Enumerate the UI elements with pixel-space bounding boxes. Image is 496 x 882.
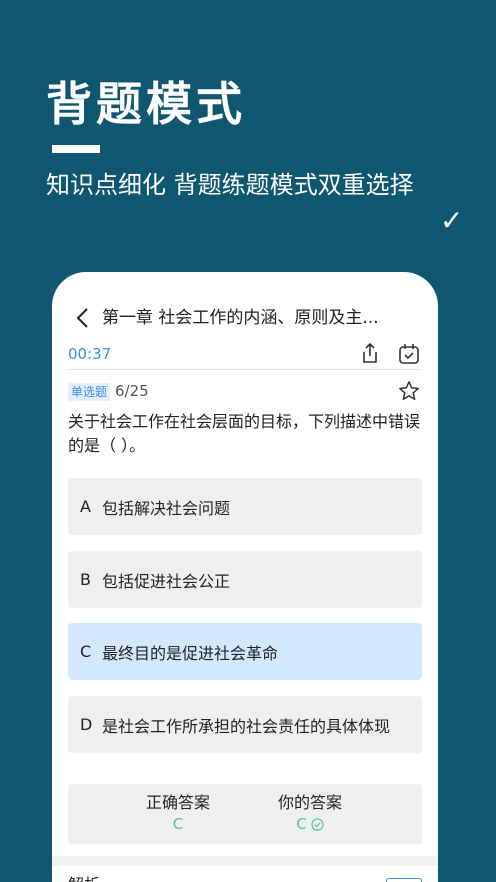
your-answer-value-row: C bbox=[240, 814, 380, 834]
promo-divider-bar bbox=[52, 145, 100, 153]
share-icon[interactable] bbox=[359, 342, 381, 364]
option-d[interactable]: D 是社会工作所承担的社会责任的具体体现 bbox=[68, 696, 422, 753]
your-answer: 你的答案 C bbox=[240, 792, 380, 834]
option-letter: C bbox=[80, 642, 92, 661]
nav-bar: 第一章 社会工作的内涵、原则及主... bbox=[52, 302, 438, 334]
correct-answer-label: 正确答案 bbox=[145, 793, 210, 812]
chapter-title: 第一章 社会工作的内涵、原则及主... bbox=[102, 308, 379, 328]
option-text: 包括解决社会问题 bbox=[102, 498, 231, 518]
option-letter: D bbox=[80, 715, 93, 734]
question-type-badge: 单选题 bbox=[68, 383, 111, 401]
option-letter: A bbox=[80, 497, 91, 516]
timer: 00:37 bbox=[68, 345, 112, 363]
option-b[interactable]: B 包括促进社会公正 bbox=[68, 551, 422, 608]
check-circle-icon bbox=[311, 817, 324, 831]
question-text: 关于社会工作在社会层面的目标，下列描述中错误的是（ ）。 bbox=[68, 412, 421, 455]
your-answer-value: C bbox=[296, 815, 307, 833]
question-progress: 6/25 bbox=[115, 382, 149, 400]
option-text: 包括促进社会公正 bbox=[102, 571, 231, 591]
analysis-tag[interactable] bbox=[386, 878, 422, 882]
promo-title: 背题模式 bbox=[46, 77, 246, 131]
option-text: 是社会工作所承担的社会责任的具体体现 bbox=[102, 716, 391, 736]
your-answer-label: 你的答案 bbox=[277, 793, 342, 812]
correct-answer-value: C bbox=[172, 815, 184, 833]
header-divider bbox=[68, 369, 422, 370]
promo-checkmark: ✓ bbox=[440, 204, 464, 237]
promo-subtitle: 知识点细化 背题练题模式双重选择 bbox=[46, 171, 414, 199]
correct-answer-value-row: C bbox=[108, 814, 248, 834]
answer-panel: 正确答案 C 你的答案 C bbox=[68, 784, 422, 844]
phone-screen: 第一章 社会工作的内涵、原则及主... 00:37 单选题 6/25 关于社会工… bbox=[52, 272, 438, 882]
option-text: 最终目的是促进社会革命 bbox=[102, 643, 279, 663]
chevron-left-icon[interactable] bbox=[72, 306, 96, 330]
calendar-check-icon[interactable] bbox=[397, 342, 421, 366]
analysis-label: 解析 bbox=[68, 874, 100, 882]
option-a[interactable]: A 包括解决社会问题 bbox=[68, 478, 422, 535]
option-letter: B bbox=[80, 570, 91, 589]
star-icon[interactable] bbox=[398, 380, 420, 402]
correct-answer: 正确答案 C bbox=[108, 792, 248, 834]
section-separator bbox=[52, 856, 438, 866]
option-c[interactable]: C 最终目的是促进社会革命 bbox=[68, 623, 422, 680]
